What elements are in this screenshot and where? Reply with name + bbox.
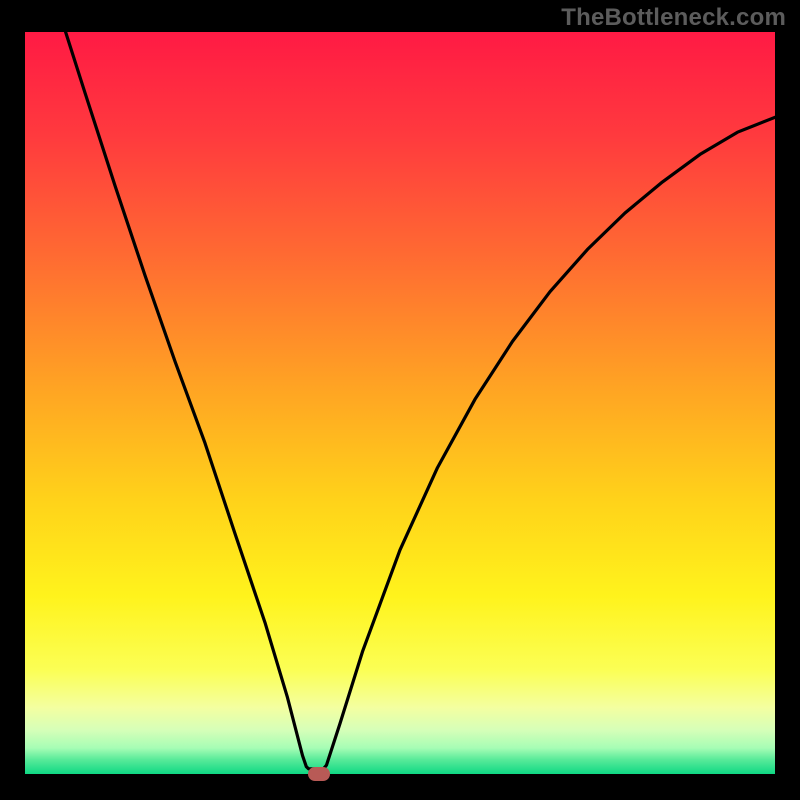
plot-area	[25, 32, 775, 774]
gradient-background	[25, 32, 775, 774]
watermark-text: TheBottleneck.com	[561, 4, 786, 32]
curve-chart-svg	[25, 32, 775, 774]
minimum-marker	[308, 767, 330, 781]
chart-frame: TheBottleneck.com	[0, 0, 800, 800]
